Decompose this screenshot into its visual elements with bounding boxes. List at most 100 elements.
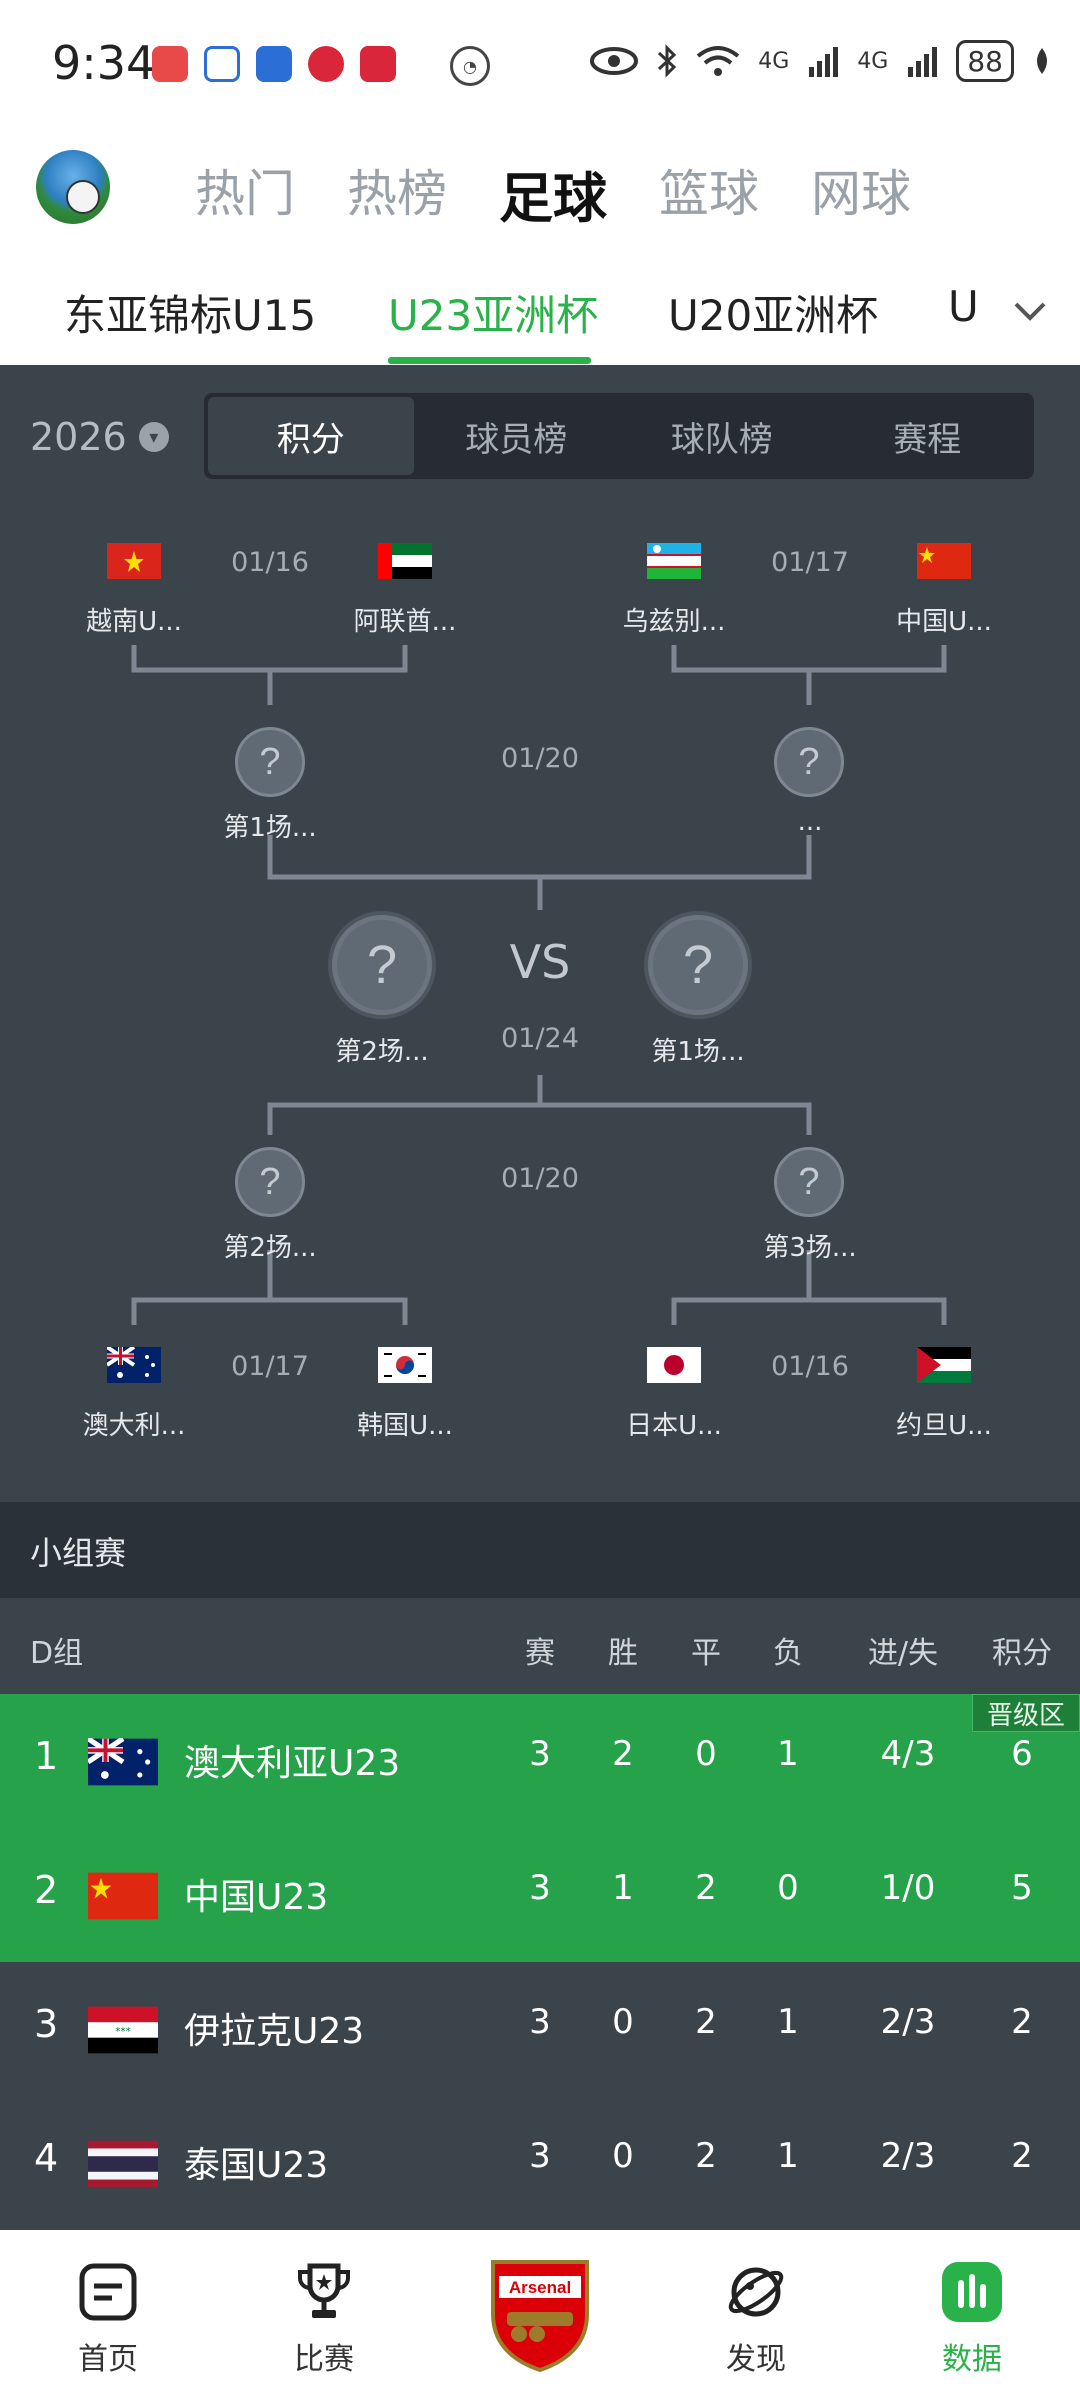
tab-more-truncated[interactable]: U <box>948 282 979 331</box>
section-title: 小组赛 <box>30 1534 127 1572</box>
signal-icon-1 <box>809 47 839 77</box>
unknown-team-icon[interactable]: ? <box>332 915 432 1015</box>
team-name[interactable]: 中国U... <box>874 601 1014 638</box>
row-team: 泰国U23 <box>184 2145 329 2186</box>
table-row[interactable]: 1 澳大利亚U23 3 2 0 1 4/3 6 <box>0 1694 1080 1828</box>
nav-data[interactable]: 数据 <box>902 2260 1042 2378</box>
team-name[interactable]: 日本U... <box>604 1405 744 1442</box>
tab-basketball[interactable]: 篮球 <box>659 154 759 233</box>
row-win: 0 <box>612 2002 634 2042</box>
match-date: 01/17 <box>771 547 849 578</box>
iraq-flag-icon: *** <box>88 2006 158 2054</box>
row-played: 3 <box>529 1734 551 1774</box>
nav-label: 数据 <box>942 2342 1002 2377</box>
row-goals: 2/3 <box>880 2136 936 2176</box>
china-flag-icon <box>917 543 971 579</box>
row-team: 中国U23 <box>184 1877 329 1918</box>
chevron-down-icon[interactable] <box>1010 290 1050 330</box>
competition-tabs: 东亚锦标U15 U23亚洲杯 U20亚洲杯 U <box>0 250 1080 365</box>
tab-hot[interactable]: 热门 <box>195 154 295 233</box>
soccer-ball-icon <box>66 180 100 214</box>
standings-column-header: D组 赛 胜 平 负 进/失 积分 <box>0 1598 1080 1694</box>
unknown-team-icon[interactable]: ? <box>235 727 305 797</box>
row-goals: 1/0 <box>880 1868 936 1908</box>
australia-flag-icon <box>107 1347 161 1383</box>
user-avatar[interactable] <box>36 150 110 224</box>
nav-home[interactable]: 首页 <box>38 2260 178 2378</box>
row-win: 2 <box>612 1734 634 1774</box>
trophy-icon <box>298 2263 350 2318</box>
unknown-team-icon[interactable]: ? <box>648 915 748 1015</box>
tab-football[interactable]: 足球 <box>499 154 607 233</box>
match-date: 01/20 <box>501 1163 579 1194</box>
match-date: 01/17 <box>231 1351 309 1382</box>
tab-east-asia-u15[interactable]: 东亚锦标U15 <box>64 282 316 343</box>
wifi-icon <box>697 46 740 76</box>
clock-badge-icon: ◔ <box>450 46 490 86</box>
network-label-2: 4G <box>857 48 889 74</box>
australia-flag-icon <box>88 1738 158 1786</box>
nav-discover[interactable]: 发现 <box>686 2260 826 2378</box>
team-name[interactable]: 约旦U... <box>874 1405 1014 1442</box>
team-name[interactable]: 乌兹别... <box>604 601 744 638</box>
vs-label: VS <box>509 935 571 989</box>
unknown-team-icon[interactable]: ? <box>774 727 844 797</box>
col-loss: 负 <box>773 1636 803 1671</box>
home-icon <box>79 2263 137 2321</box>
team-name[interactable]: 越南U... <box>64 601 204 638</box>
placeholder-label: ... <box>797 807 823 837</box>
team-name[interactable]: 阿联酋... <box>335 601 475 638</box>
team-name[interactable]: 韩国U... <box>335 1405 475 1442</box>
col-goals: 进/失 <box>867 1636 939 1671</box>
row-win: 1 <box>612 1868 634 1908</box>
unknown-team-icon[interactable]: ? <box>235 1147 305 1217</box>
nav-matches[interactable]: 比赛 <box>254 2260 394 2378</box>
group-name: D组 <box>30 1636 84 1671</box>
placeholder-label: 第1场... <box>223 813 317 843</box>
row-draw: 2 <box>695 1868 717 1908</box>
row-team: 澳大利亚U23 <box>184 1743 401 1784</box>
jordan-flag-icon <box>917 1347 971 1383</box>
col-played: 赛 <box>525 1636 555 1671</box>
row-team: 伊拉克U23 <box>184 2011 365 2052</box>
metro-app-icon <box>308 46 344 82</box>
table-row[interactable]: 3 *** 伊拉克U23 3 0 2 1 2/3 2 <box>0 1962 1080 2096</box>
red-grid-app-icon <box>360 46 396 82</box>
clock: 9:34 <box>52 36 156 90</box>
arsenal-crest-icon[interactable]: Arsenal <box>485 2254 595 2374</box>
signal-icon-2 <box>908 47 938 77</box>
row-played: 3 <box>529 2002 551 2042</box>
vietnam-flag-icon <box>107 543 161 579</box>
blue-app-icon <box>256 46 292 82</box>
tab-trending[interactable]: 热榜 <box>347 154 447 233</box>
baidu-app-icon <box>204 46 240 82</box>
row-loss: 0 <box>777 1868 799 1908</box>
nav-label: 发现 <box>726 2342 786 2377</box>
row-points: 5 <box>1011 1868 1033 1908</box>
nav-label: 比赛 <box>294 2342 354 2377</box>
knockout-bracket: 01/16 越南U... 阿联酋... 01/17 乌兹别... 中国U... … <box>0 365 1080 1502</box>
battery-level: 88 <box>967 44 1003 78</box>
row-goals: 4/3 <box>880 1734 936 1774</box>
row-rank: 1 <box>34 1734 59 1778</box>
tab-u23-asian-cup[interactable]: U23亚洲杯 <box>388 282 598 343</box>
active-tab-indicator <box>388 357 591 364</box>
match-date: 01/24 <box>501 1023 579 1054</box>
network-label-1: 4G <box>758 48 790 74</box>
col-points: 积分 <box>992 1636 1052 1671</box>
unknown-team-icon[interactable]: ? <box>774 1147 844 1217</box>
row-draw: 2 <box>695 2002 717 2042</box>
row-draw: 0 <box>695 1734 717 1774</box>
tab-tennis[interactable]: 网球 <box>811 154 911 233</box>
col-draw: 平 <box>691 1636 721 1671</box>
team-name[interactable]: 澳大利... <box>64 1405 204 1442</box>
tab-u20-asian-cup[interactable]: U20亚洲杯 <box>668 282 878 343</box>
bar-chart-icon <box>942 2262 1002 2322</box>
match-date: 01/20 <box>501 743 579 774</box>
row-points: 2 <box>1011 2136 1033 2176</box>
placeholder-label: 第3场... <box>763 1233 857 1263</box>
row-played: 3 <box>529 1868 551 1908</box>
table-row[interactable]: 2 中国U23 3 1 2 0 1/0 5 <box>0 1828 1080 1962</box>
table-row[interactable]: 4 泰国U23 3 0 2 1 2/3 2 <box>0 2096 1080 2230</box>
match-date: 01/16 <box>771 1351 849 1382</box>
